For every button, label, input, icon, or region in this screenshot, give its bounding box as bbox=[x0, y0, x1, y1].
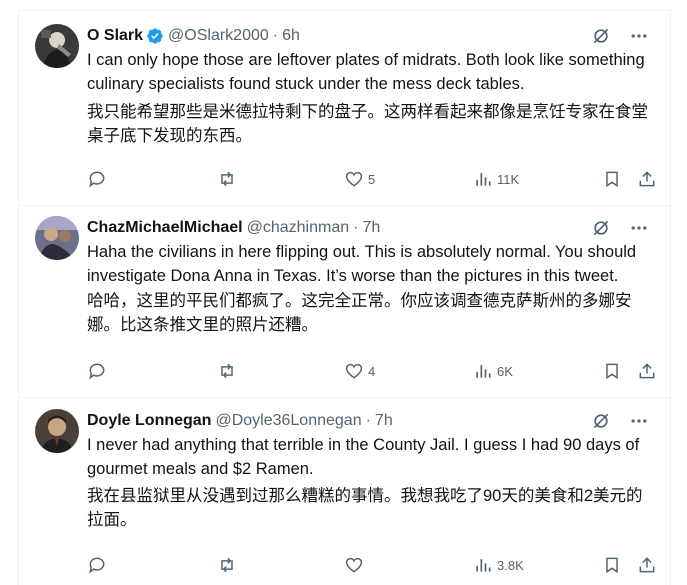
reply-button[interactable] bbox=[87, 553, 111, 577]
reply-icon bbox=[89, 363, 105, 380]
grok-icon[interactable] bbox=[590, 25, 612, 47]
reply-button[interactable] bbox=[87, 359, 111, 383]
share-icon bbox=[639, 557, 655, 573]
tweet-text-zh: 我只能希望那些是米德拉特剩下的盘子。这两样看起来都像是烹饪专家在食堂桌子底下发现… bbox=[87, 103, 648, 145]
action-bar: 3.8K bbox=[87, 553, 667, 577]
share-button[interactable] bbox=[637, 167, 657, 191]
tweet-text-zh: 哈哈，这里的平民们都疯了。这完全正常。你应该调查德克萨斯州的多娜安娜。比这条推文… bbox=[87, 292, 632, 334]
repost-icon bbox=[221, 171, 233, 187]
heart-icon bbox=[345, 171, 363, 187]
avatar[interactable] bbox=[35, 216, 79, 260]
handle[interactable]: @chazhinman bbox=[247, 219, 350, 237]
separator-dot: · bbox=[272, 27, 279, 44]
tweet[interactable]: ChazMichaelMichael @chazhinman · 7h Haha… bbox=[19, 206, 670, 398]
views-button[interactable]: 6K bbox=[473, 359, 513, 383]
repost-button[interactable] bbox=[217, 553, 241, 577]
views-button[interactable]: 3.8K bbox=[473, 553, 524, 577]
repost-button[interactable] bbox=[217, 359, 241, 383]
views-icon bbox=[476, 173, 491, 186]
repost-button[interactable] bbox=[217, 167, 241, 191]
bookmark-icon bbox=[606, 363, 618, 380]
verified-badge-icon bbox=[146, 27, 164, 45]
heart-icon bbox=[345, 363, 363, 379]
tweet-header: Doyle Lonnegan @Doyle36Lonnegan · 7h bbox=[87, 410, 650, 432]
views-icon bbox=[476, 365, 491, 378]
like-button[interactable]: 5 bbox=[344, 167, 375, 191]
reply-button[interactable] bbox=[87, 167, 111, 191]
avatar[interactable] bbox=[35, 409, 79, 453]
repost-icon bbox=[221, 363, 233, 379]
tweet-text-zh: 我在县监狱里从没遇到过那么糟糕的事情。我想我吃了90天的美食和2美元的拉面。 bbox=[87, 487, 643, 529]
more-icon[interactable] bbox=[628, 217, 650, 239]
timestamp[interactable]: 7h bbox=[375, 412, 393, 430]
more-icon[interactable] bbox=[628, 25, 650, 47]
tweet-text-en: Haha the civilians in here flipping out.… bbox=[87, 243, 637, 285]
bookmark-button[interactable] bbox=[602, 167, 622, 191]
tweet-text-en: I never had anything that terrible in th… bbox=[87, 436, 640, 478]
share-icon bbox=[639, 171, 655, 187]
action-bar: 5 11K bbox=[87, 167, 667, 191]
bookmark-icon bbox=[606, 171, 618, 188]
separator-dot: · bbox=[353, 219, 359, 236]
views-button[interactable]: 11K bbox=[473, 167, 519, 191]
like-button[interactable] bbox=[344, 553, 368, 577]
like-count: 4 bbox=[368, 363, 376, 379]
display-name[interactable]: ChazMichaelMichael bbox=[87, 219, 243, 237]
like-button[interactable]: 4 bbox=[344, 359, 375, 383]
reply-icon bbox=[89, 171, 105, 188]
handle[interactable]: @OSlark2000 bbox=[168, 27, 269, 45]
grok-icon[interactable] bbox=[590, 410, 612, 432]
handle[interactable]: @Doyle36Lonnegan bbox=[215, 412, 361, 430]
tweet-header: O Slark @OSlark2000 · 6h bbox=[87, 25, 650, 47]
tweet-header: ChazMichaelMichael @chazhinman · 7h bbox=[87, 217, 650, 239]
views-icon bbox=[476, 559, 491, 572]
bookmark-button[interactable] bbox=[602, 359, 622, 383]
reply-icon bbox=[89, 557, 105, 574]
views-count: 11K bbox=[497, 171, 520, 187]
timestamp[interactable]: 6h bbox=[282, 27, 300, 45]
heart-icon bbox=[345, 557, 363, 573]
action-bar: 4 6K bbox=[87, 359, 667, 383]
repost-icon bbox=[221, 557, 233, 573]
tweet[interactable]: O Slark @OSlark2000 · 6h I can only hope… bbox=[19, 10, 670, 206]
more-icon[interactable] bbox=[628, 410, 650, 432]
display-name[interactable]: Doyle Lonnegan bbox=[87, 412, 211, 430]
views-count: 6K bbox=[497, 363, 513, 379]
bookmark-button[interactable] bbox=[602, 553, 622, 577]
timestamp[interactable]: 7h bbox=[362, 219, 380, 237]
views-count: 3.8K bbox=[497, 557, 524, 573]
tweet[interactable]: Doyle Lonnegan @Doyle36Lonnegan · 7h I n… bbox=[19, 398, 670, 585]
share-button[interactable] bbox=[637, 359, 657, 383]
like-count: 5 bbox=[368, 171, 376, 187]
tweet-text-en: I can only hope those are leftover plate… bbox=[87, 51, 645, 93]
share-icon bbox=[639, 363, 655, 379]
bookmark-icon bbox=[606, 557, 618, 574]
grok-icon[interactable] bbox=[590, 217, 612, 239]
separator-dot: · bbox=[365, 412, 371, 429]
share-button[interactable] bbox=[637, 553, 657, 577]
avatar[interactable] bbox=[35, 24, 79, 68]
display-name[interactable]: O Slark bbox=[87, 27, 143, 45]
